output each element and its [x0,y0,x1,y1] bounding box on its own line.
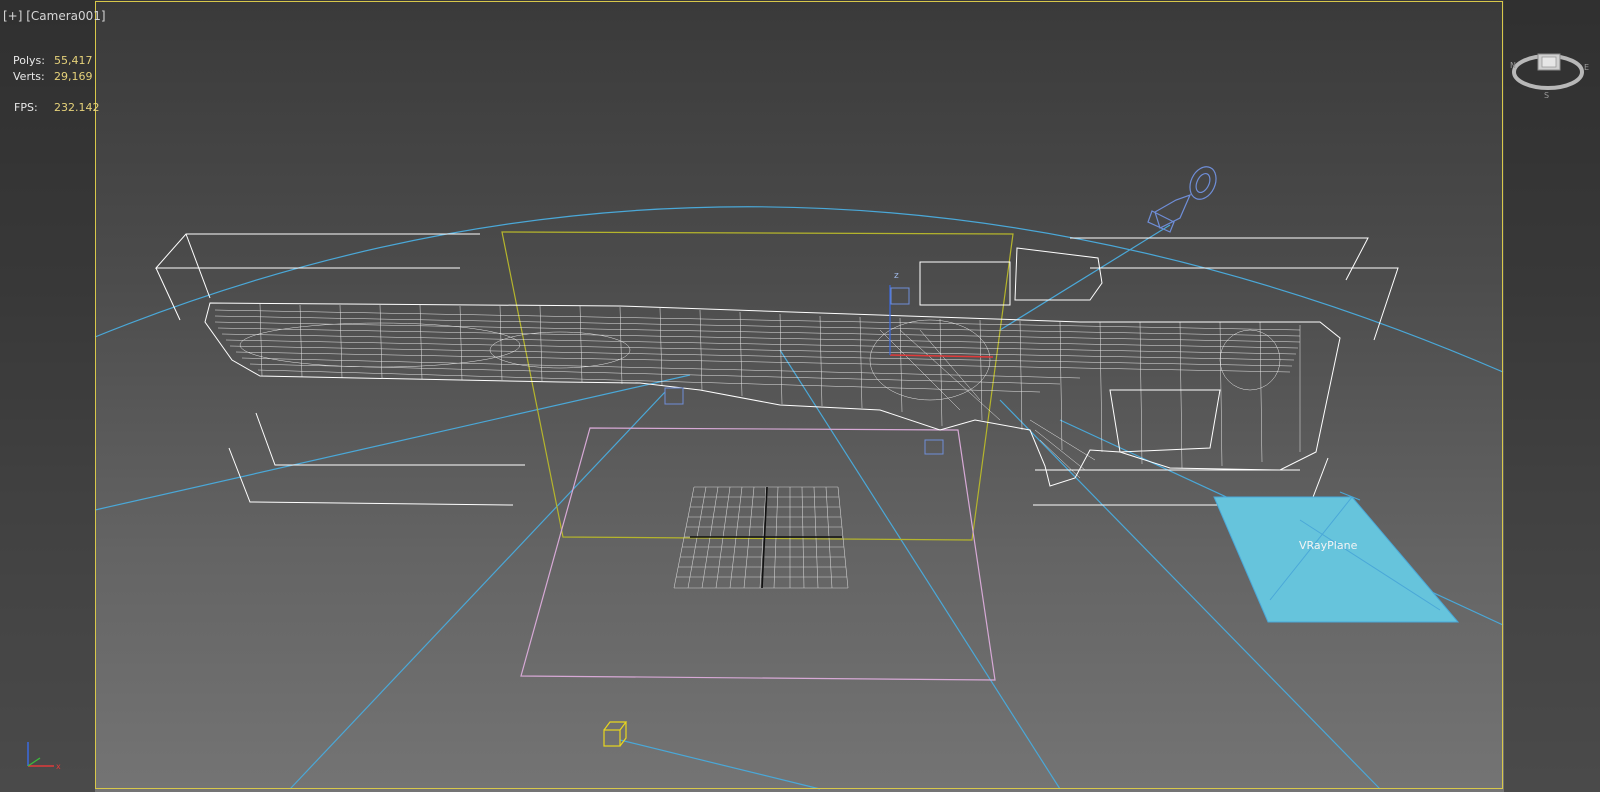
scene-canvas[interactable]: z [0,0,1600,792]
svg-text:S: S [1544,91,1549,100]
viewport-menu-plus[interactable]: [+] [3,9,22,23]
fps-value: 232.142 [54,101,100,114]
vray-plane-label: VRayPlane [1299,539,1358,552]
viewport-camera-label[interactable]: [Camera001] [26,9,105,23]
fps-label: FPS: [14,101,38,114]
rifle-wire-detail [214,303,1301,479]
axis-tripod-icon: x [27,742,61,771]
viewport-label[interactable]: [+] [Camera001] [3,9,106,23]
grid-axes [690,486,842,589]
svg-text:E: E [1584,63,1589,72]
camera-icon[interactable] [1147,163,1221,233]
stat-polys: Polys: 55,417 [13,54,93,67]
stat-verts: Verts: 29,169 [13,70,93,83]
light-icon[interactable] [603,721,628,747]
svg-text:N: N [1510,61,1516,70]
polys-value: 55,417 [54,54,93,67]
vray-plane[interactable] [1213,496,1460,623]
target-plane [520,427,996,681]
verts-value: 29,169 [54,70,93,83]
selection-brackets [154,233,1399,506]
stat-fps: FPS: 232.142 [14,101,100,114]
svg-text:z: z [894,271,899,281]
polys-label: Polys: [13,54,45,67]
verts-label: Verts: [13,70,45,83]
transform-gizmo[interactable]: z [889,271,994,358]
viewcube-icon[interactable]: N E S [1508,48,1592,102]
svg-text:x: x [56,762,61,771]
